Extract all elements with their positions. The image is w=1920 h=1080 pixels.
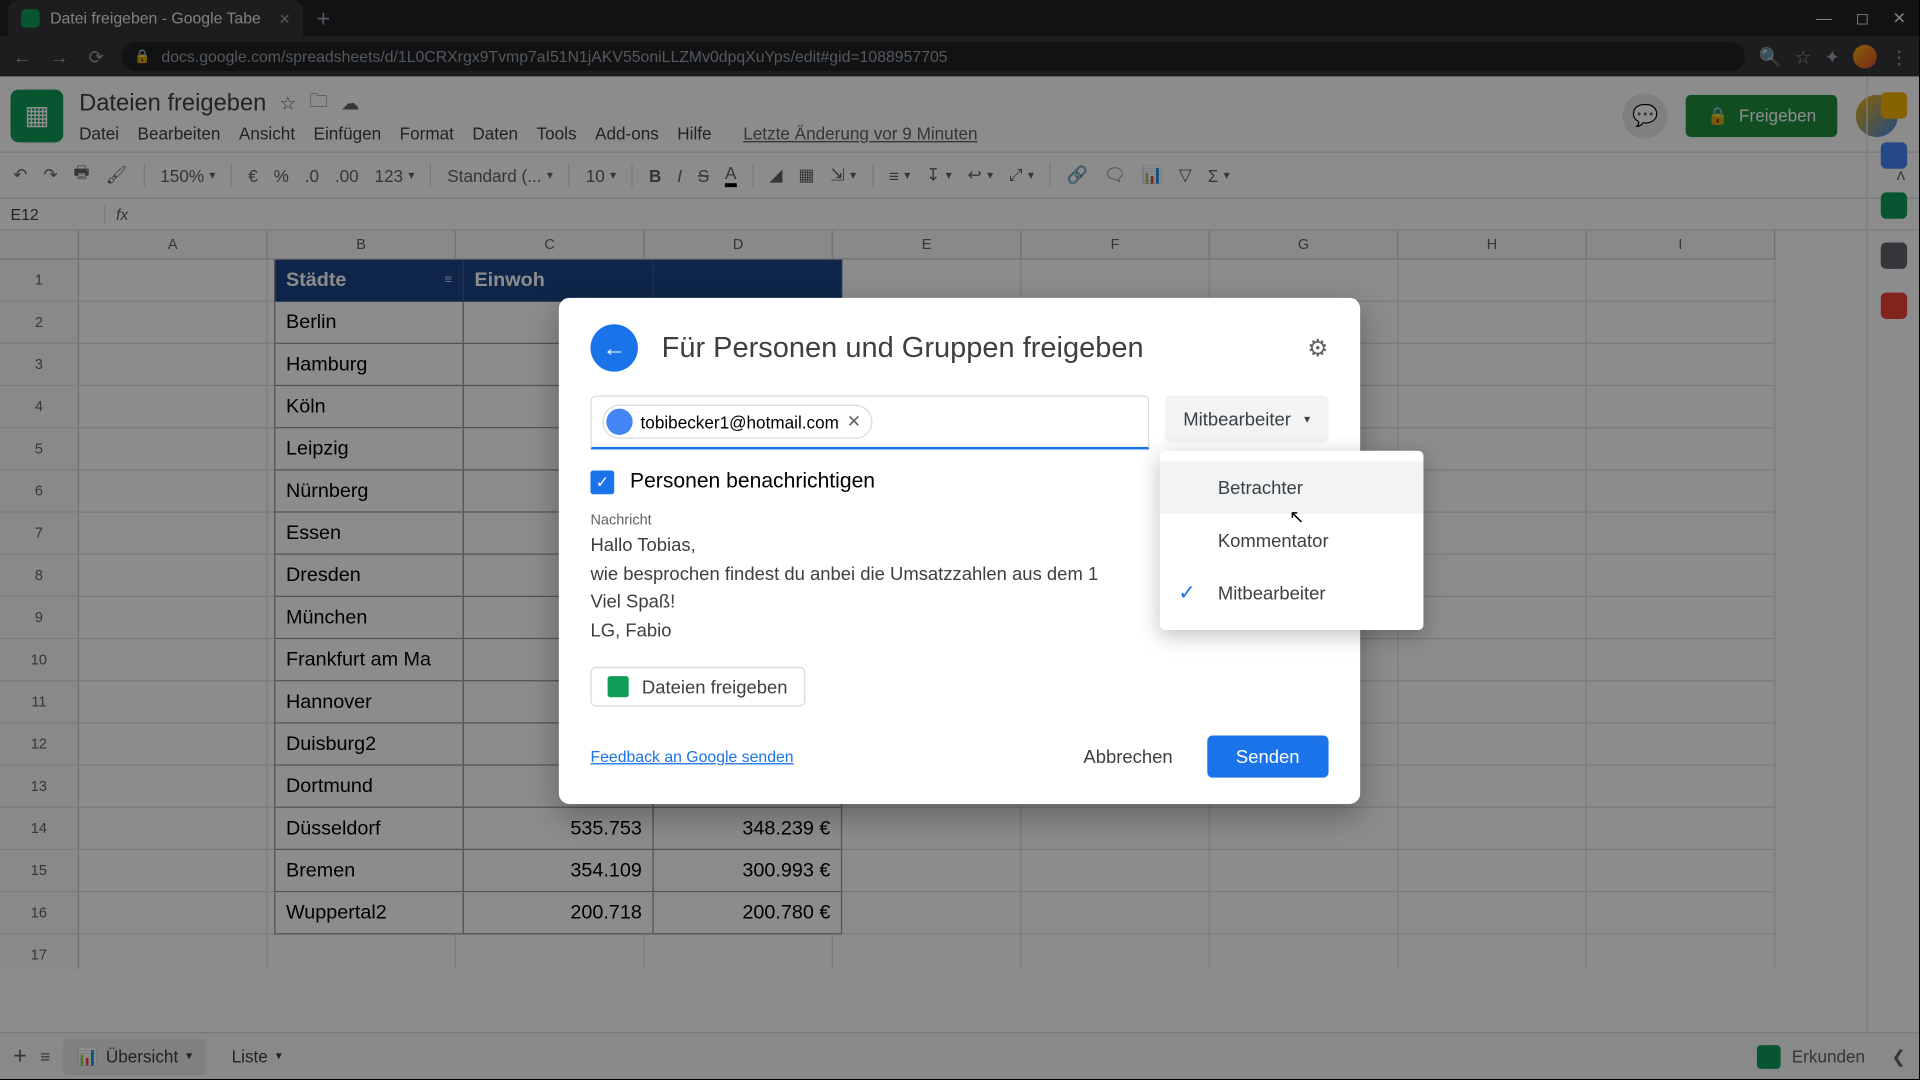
people-input[interactable]: tobibecker1@hotmail.com ✕ [590,395,1149,449]
person-chip: tobibecker1@hotmail.com ✕ [602,405,873,439]
chevron-down-icon: ▾ [1304,412,1310,426]
role-dropdown-menu: Betrachter Kommentator ✓ Mitbearbeiter [1160,451,1424,630]
remove-person-icon[interactable]: ✕ [847,411,861,432]
feedback-link[interactable]: Feedback an Google senden [590,747,793,765]
person-avatar-icon [606,409,632,435]
attached-file-name: Dateien freigeben [642,676,788,697]
gear-icon[interactable]: ⚙ [1307,334,1328,362]
person-email: tobibecker1@hotmail.com [641,412,839,432]
dialog-title: Für Personen und Gruppen freigeben [662,331,1284,365]
sheets-file-icon [608,676,629,697]
role-option-mitbearbeiter[interactable]: ✓ Mitbearbeiter [1160,567,1424,620]
send-button[interactable]: Senden [1207,735,1329,777]
cancel-button[interactable]: Abbrechen [1062,735,1193,777]
role-option-label: Betrachter [1218,477,1303,498]
role-option-label: Mitbearbeiter [1218,583,1326,604]
role-option-kommentator[interactable]: Kommentator [1160,514,1424,567]
check-icon: ✓ [1178,580,1196,606]
back-button[interactable]: ← [590,324,637,371]
attached-file-chip: Dateien freigeben [590,667,804,707]
role-option-label: Kommentator [1218,530,1329,551]
notify-label: Personen benachrichtigen [630,471,875,495]
role-dropdown-button[interactable]: Mitbearbeiter ▾ [1165,395,1329,442]
notify-checkbox[interactable]: ✓ [590,471,614,495]
role-option-betrachter[interactable]: Betrachter [1160,461,1424,514]
role-selected-label: Mitbearbeiter [1183,409,1291,430]
